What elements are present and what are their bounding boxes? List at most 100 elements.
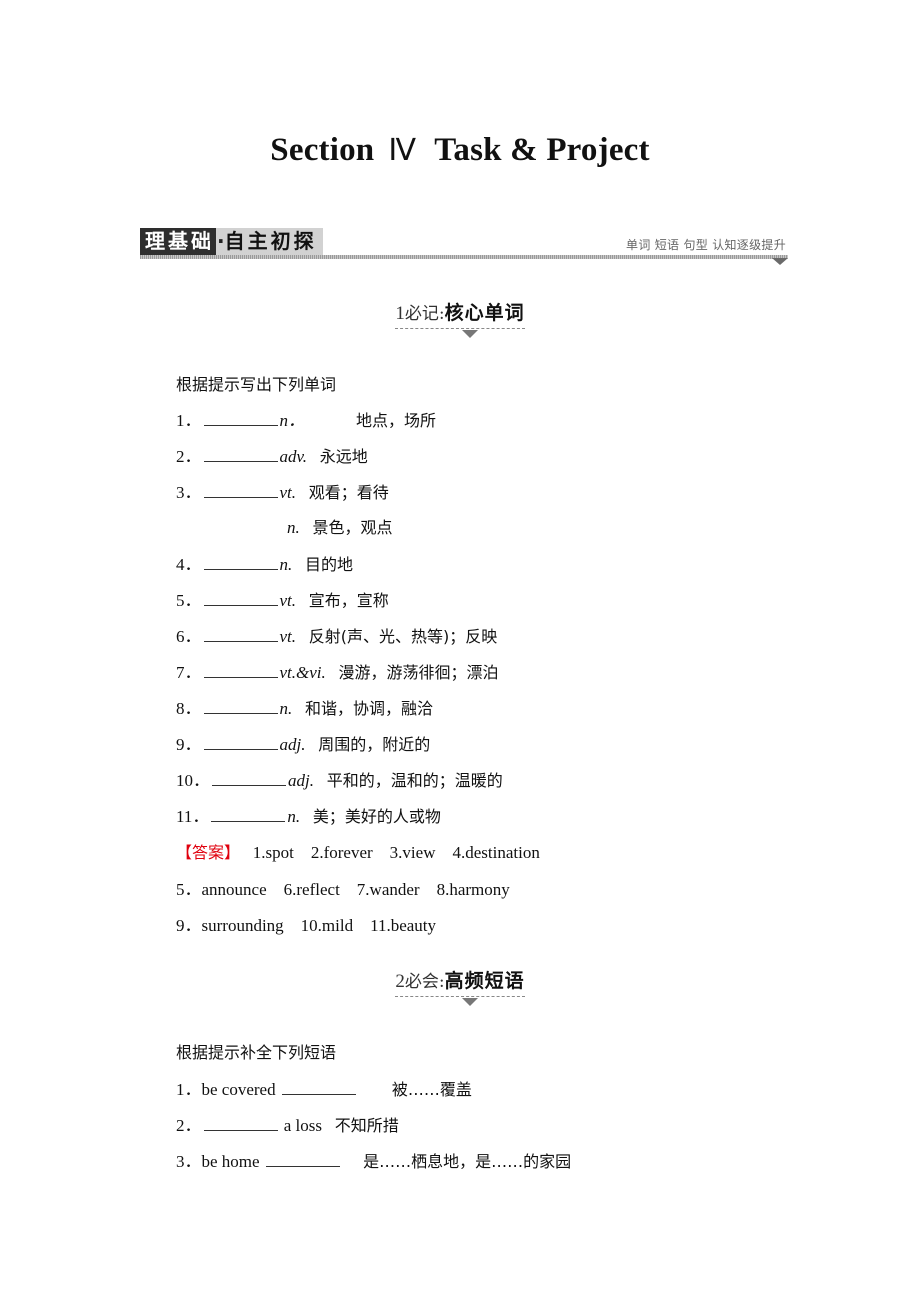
- answer-blank[interactable]: [203, 424, 278, 426]
- vocab-item: 11． n. 美；美好的人或物: [176, 802, 441, 827]
- part-of-speech: vt.: [279, 627, 297, 646]
- item-number: 5．: [176, 591, 202, 610]
- answer-text: 1.spot 2.forever 3.view 4.destination: [252, 843, 540, 862]
- phrase-item: 1．be covered 被……覆盖: [176, 1075, 472, 1100]
- answer-blank[interactable]: [203, 496, 278, 498]
- section2-arrow-icon: [462, 998, 478, 1006]
- item-number: 9．: [176, 735, 202, 754]
- item-meaning: 景色，观点: [312, 518, 393, 537]
- answer-blank[interactable]: [203, 676, 278, 678]
- banner-label: 理基础 · 自主初探: [140, 228, 323, 255]
- answer-label: 【答案】: [176, 843, 241, 862]
- item-meaning: 宣布，宣称: [308, 591, 389, 610]
- section2-prefix: 必会:: [404, 972, 445, 992]
- title-main: Task & Project: [434, 132, 650, 168]
- banner-separator: ·: [216, 228, 225, 255]
- answer-line: 【答案】 1.spot 2.forever 3.view 4.destinati…: [176, 839, 540, 863]
- answer-blank[interactable]: [265, 1165, 340, 1167]
- part-of-speech: n.: [279, 699, 293, 718]
- banner-divider: [140, 255, 788, 259]
- item-meaning: 美；美好的人或物: [312, 807, 441, 826]
- part-of-speech: vt.&vi.: [279, 663, 326, 682]
- answer-blank[interactable]: [203, 604, 278, 606]
- phrase-meaning: 是……栖息地，是……的家园: [363, 1152, 572, 1171]
- section1-number: 1: [395, 303, 405, 324]
- vocab-item: 8． n. 和谐，协调，融洽: [176, 694, 433, 719]
- item-meaning: 地点，场所: [356, 411, 437, 430]
- vocab-item: 6． vt. 反射(声、光、热等)；反映: [176, 622, 497, 647]
- answer-blank[interactable]: [203, 748, 278, 750]
- section2-title: 高频短语: [444, 970, 525, 992]
- item-number: 10．: [176, 771, 210, 790]
- part-of-speech: adv.: [279, 447, 308, 466]
- section2-header: 2必会:高频短语: [0, 966, 920, 1006]
- banner-light-label: 自主初探: [224, 228, 323, 255]
- item-number: 6．: [176, 627, 202, 646]
- vocab-item-continuation: n. 景色，观点: [287, 514, 393, 538]
- phrase-item: 3．be home 是……栖息地，是……的家园: [176, 1147, 571, 1172]
- phrase-after: a loss: [279, 1116, 322, 1135]
- part-of-speech: vt.: [279, 591, 297, 610]
- item-meaning: 周围的，附近的: [318, 735, 431, 754]
- banner-dark-label: 理基础: [140, 228, 216, 255]
- answer-blank[interactable]: [203, 460, 278, 462]
- phrase-meaning: 不知所措: [334, 1116, 399, 1135]
- answer-blank[interactable]: [281, 1093, 356, 1095]
- vocab-item: 1． n． 地点，场所: [176, 406, 436, 431]
- part-of-speech: n．: [279, 411, 306, 430]
- vocab-item: 10． adj. 平和的，温和的；温暖的: [176, 766, 503, 791]
- phrase-meaning: 被……覆盖: [391, 1080, 472, 1099]
- section1-instruction: 根据提示写出下列单词: [176, 375, 337, 394]
- item-meaning: 和谐，协调，融洽: [305, 699, 434, 718]
- section1-header: 1必记:核心单词: [0, 298, 920, 338]
- answer-text: 5．announce 6.reflect 7.wander 8.harmony: [176, 880, 510, 899]
- vocab-item: 7． vt.&vi. 漫游，游荡徘徊；漂泊: [176, 658, 499, 683]
- item-number: 3．: [176, 483, 202, 502]
- phrase-before: be covered: [201, 1080, 280, 1099]
- item-number: 1．: [176, 411, 202, 430]
- answer-blank[interactable]: [203, 712, 278, 714]
- section1-prefix: 必记:: [404, 304, 445, 324]
- part-of-speech: vt.: [279, 483, 297, 502]
- phrase-before: be home: [201, 1152, 264, 1171]
- item-number: 1．: [176, 1080, 202, 1099]
- part-of-speech: n.: [287, 807, 301, 826]
- part-of-speech: adj.: [279, 735, 306, 754]
- answer-line: 5．announce 6.reflect 7.wander 8.harmony: [176, 875, 510, 900]
- item-meaning: 平和的，温和的；温暖的: [326, 771, 503, 790]
- answer-line: 9．surrounding 10.mild 11.beauty: [176, 911, 436, 936]
- answer-blank[interactable]: [212, 784, 286, 786]
- item-meaning: 反射(声、光、热等)；反映: [308, 627, 498, 646]
- item-number: 2．: [176, 1116, 202, 1135]
- vocab-item: 4． n. 目的地: [176, 550, 353, 575]
- item-number: 2．: [176, 447, 202, 466]
- item-number: 4．: [176, 555, 202, 574]
- answer-text: 9．surrounding 10.mild 11.beauty: [176, 916, 437, 935]
- vocab-item: 2． adv. 永远地: [176, 442, 368, 467]
- title-roman-numeral: Ⅳ: [388, 134, 417, 167]
- section2-instruction: 根据提示补全下列短语: [176, 1043, 337, 1062]
- banner-subtitle: 单词 短语 句型 认知逐级提升: [626, 238, 786, 252]
- part-of-speech: n.: [279, 555, 293, 574]
- title-prefix: Section: [270, 132, 375, 168]
- banner-arrow-icon: [772, 258, 788, 265]
- phrase-item: 2． a loss 不知所措: [176, 1111, 399, 1136]
- answer-blank[interactable]: [203, 568, 278, 570]
- item-number: 7．: [176, 663, 202, 682]
- part-of-speech: n.: [287, 518, 300, 537]
- section2-number: 2: [395, 971, 405, 992]
- page-title: Section Ⅳ Task & Project: [0, 132, 920, 169]
- item-meaning: 目的地: [305, 555, 354, 574]
- answer-blank[interactable]: [211, 820, 286, 822]
- item-meaning: 观看；看待: [308, 483, 389, 502]
- item-number: 11．: [176, 807, 210, 826]
- vocab-item: 3． vt. 观看；看待: [176, 478, 389, 503]
- answer-blank[interactable]: [203, 1129, 278, 1131]
- section-banner: 理基础 · 自主初探 单词 短语 句型 认知逐级提升: [140, 228, 788, 266]
- item-number: 3．: [176, 1152, 202, 1171]
- vocab-item: 5． vt. 宣布，宣称: [176, 586, 389, 611]
- item-meaning: 永远地: [319, 447, 368, 466]
- item-number: 8．: [176, 699, 202, 718]
- section1-arrow-icon: [462, 330, 478, 338]
- answer-blank[interactable]: [203, 640, 278, 642]
